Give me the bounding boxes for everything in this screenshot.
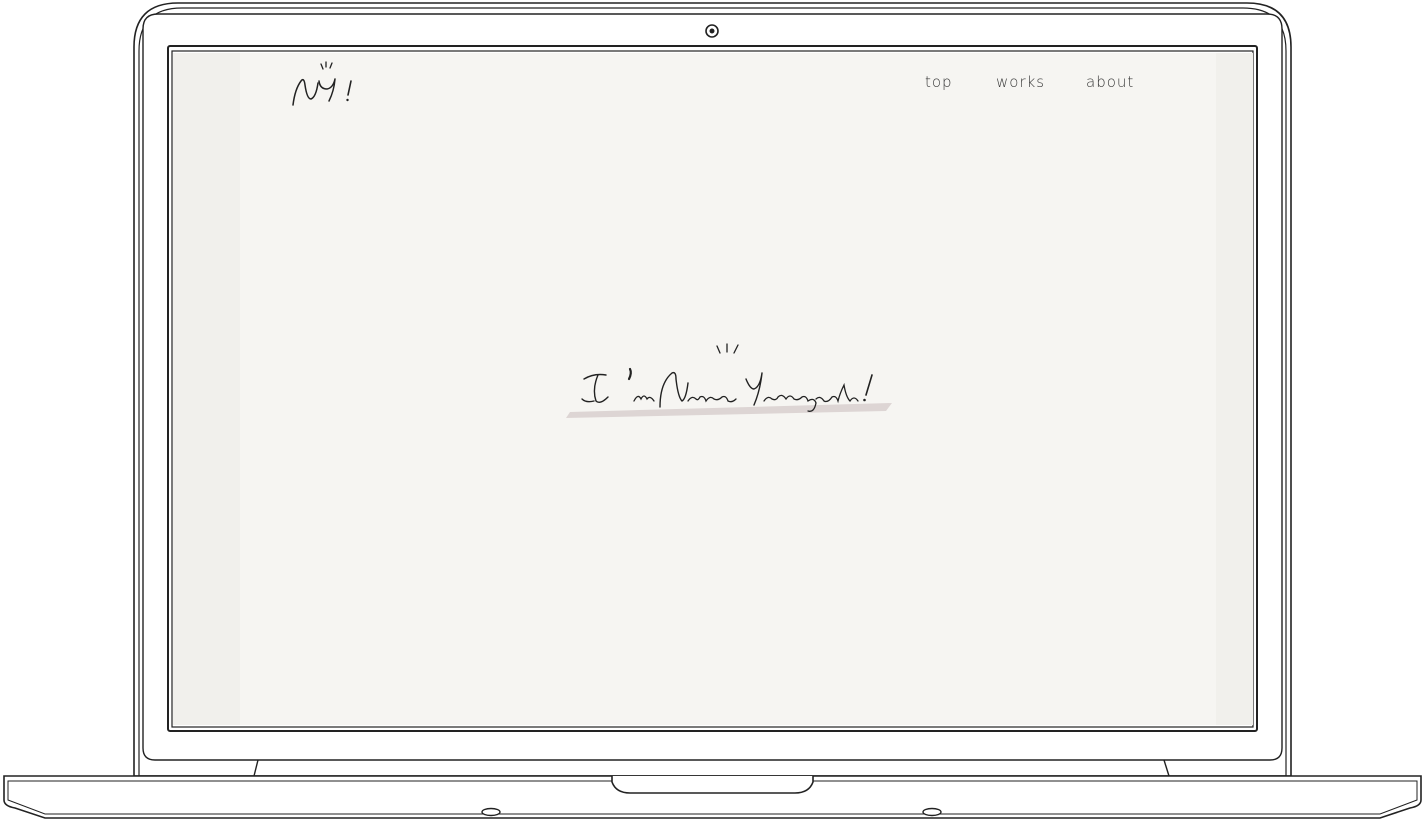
hero-underline — [566, 403, 892, 418]
foot-left — [481, 807, 501, 817]
nav-link-top[interactable]: top — [925, 73, 953, 91]
laptop-mockup: NY! top works about — [0, 0, 1425, 822]
browser-viewport: NY! top works about — [173, 53, 1253, 725]
logo-text: NY! — [365, 55, 366, 56]
base-notch — [611, 776, 814, 794]
nav-link-works[interactable]: works — [996, 73, 1045, 91]
page-content: NY! top works about — [240, 53, 1216, 725]
nav-link-about[interactable]: about — [1086, 73, 1134, 91]
hero-headline: I'm Nana Yamaguchi! — [900, 339, 901, 340]
hero-handwriting-icon — [566, 343, 892, 418]
signature-logo-icon — [292, 61, 352, 106]
camera-lens — [709, 28, 715, 34]
hero-signature: I'm Nana Yamaguchi! — [564, 339, 900, 421]
foot-right — [922, 807, 942, 817]
site-logo[interactable]: NY! — [289, 55, 365, 113]
